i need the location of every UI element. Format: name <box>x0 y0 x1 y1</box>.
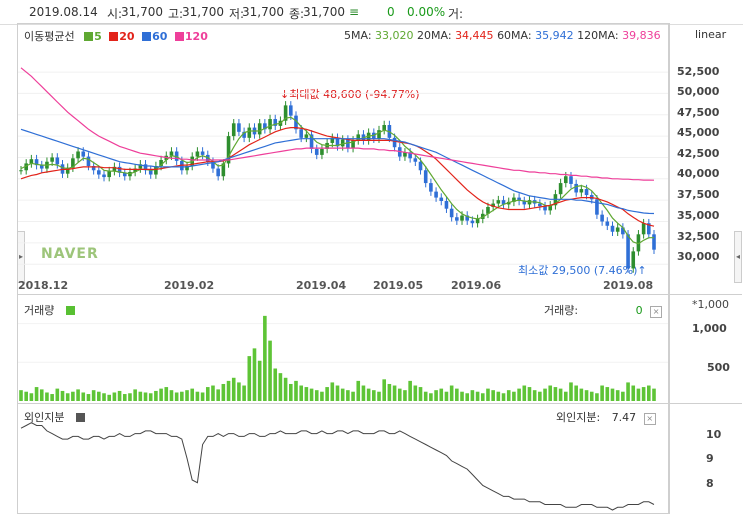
ma60-label: 60 <box>152 30 168 43</box>
open-label: 시: <box>107 7 123 21</box>
ma120-label: 120 <box>184 30 208 43</box>
foreign-legend: 외인지분 <box>24 409 86 425</box>
ma5-value-label: 5MA: <box>344 29 372 42</box>
max-annotation-text: 최대값 48,600 (-94.77%) <box>289 88 420 101</box>
max-annotation: ↓최대값 48,600 (-94.77%) <box>280 86 420 102</box>
change-percent: 0.00% <box>407 5 446 19</box>
ma60-value: 35,942 <box>535 29 574 42</box>
volume-swatch <box>65 306 75 315</box>
foreign-readout: 외인지분: 7.47 × <box>556 409 656 425</box>
quote-header: 2019.08.14 시: 31,700 고: 31,700 저: 31,700… <box>0 0 743 25</box>
price-tick-label: 30,000 <box>677 250 720 263</box>
min-arrow-icon: ↑ <box>637 264 647 277</box>
price-tick-label: 47,500 <box>677 106 720 119</box>
ma-values: 5MA: 33,020 20MA: 34,445 60MA: 35,942 12… <box>344 29 661 42</box>
date-tick-label: 2019.05 <box>373 279 424 292</box>
low-value: 31,700 <box>242 5 284 19</box>
foreign-tick-label: 9 <box>706 452 714 465</box>
price-tick-label: 52,500 <box>677 65 720 78</box>
foreign-tick-label: 10 <box>706 428 722 441</box>
quote-date: 2019.08.14 <box>29 5 98 19</box>
ma60-swatch <box>142 32 152 41</box>
volume-legend: 거래량 <box>24 302 76 318</box>
price-tick-label: 40,000 <box>677 167 720 180</box>
high-value: 31,700 <box>182 5 224 19</box>
price-tick-label: 32,500 <box>677 230 720 243</box>
close-value: 31,700 <box>303 5 345 19</box>
panel-divider <box>17 403 742 404</box>
ma120-value: 39,836 <box>622 29 661 42</box>
date-tick-label: 2019.04 <box>296 279 347 292</box>
volume-readout: 거래량: 0 × <box>544 302 663 318</box>
open-value: 31,700 <box>121 5 163 19</box>
date-tick-label: 2019.02 <box>164 279 215 292</box>
foreign-tick-label: 8 <box>706 477 714 490</box>
volume-tick-label: 1,000 <box>692 322 727 335</box>
ma-legend-title: 이동평균선 <box>24 30 75 43</box>
panel-divider <box>17 294 742 295</box>
ma5-label: 5 <box>94 30 102 43</box>
max-arrow-icon: ↓ <box>280 88 290 101</box>
price-tick-label: 37,500 <box>677 188 720 201</box>
ma20-swatch <box>109 32 119 41</box>
price-tick-label: 45,000 <box>677 126 720 139</box>
date-tick-label: 2018.12 <box>18 279 69 292</box>
scroll-right-handle[interactable]: ◂ <box>734 231 742 283</box>
ma5-swatch <box>84 32 94 41</box>
scroll-left-handle[interactable]: ▸ <box>17 231 25 283</box>
price-tick-label: 42,500 <box>677 147 720 160</box>
price-tick-label: 50,000 <box>677 85 720 98</box>
equal-icon: ≡ <box>349 5 360 19</box>
date-tick-label: 2019.06 <box>451 279 502 292</box>
ma20-label: 20 <box>119 30 135 43</box>
date-tick-label: 2019.08 <box>603 279 654 292</box>
volume-value-label: 거래량: <box>544 304 579 317</box>
close-label: 종: <box>289 7 305 21</box>
foreign-title: 외인지분 <box>24 411 65 424</box>
ma-legend: 이동평균선 5 20 60 120 <box>24 28 208 44</box>
ma120-swatch <box>174 32 184 41</box>
foreign-close-icon[interactable]: × <box>643 413 656 425</box>
scale-mode[interactable]: linear <box>695 28 726 41</box>
volume-title: 거래량 <box>24 304 55 317</box>
ma5-value: 33,020 <box>375 29 414 42</box>
ma60-value-label: 60MA: <box>497 29 532 42</box>
volume-tick-label: 500 <box>707 361 730 374</box>
foreign-value: 7.47 <box>611 411 637 424</box>
foreign-swatch <box>75 413 85 422</box>
min-annotation-text: 최소값 29,500 (7.46%) <box>518 264 638 277</box>
volume-label: 거: <box>448 7 464 21</box>
ma120-value-label: 120MA: <box>577 29 619 42</box>
volume-close-icon[interactable]: × <box>650 306 663 318</box>
min-annotation: 최소값 29,500 (7.46%)↑ <box>518 262 647 278</box>
ma20-value: 34,445 <box>455 29 494 42</box>
change-value: 0 <box>387 5 395 19</box>
ma20-value-label: 20MA: <box>417 29 452 42</box>
foreign-value-label: 외인지분: <box>556 411 601 424</box>
volume-value: 0 <box>635 304 643 317</box>
price-tick-label: 35,000 <box>677 209 720 222</box>
volume-unit: *1,000 <box>692 298 729 311</box>
naver-watermark: NAVER <box>41 246 99 262</box>
high-label: 고: <box>168 7 184 21</box>
